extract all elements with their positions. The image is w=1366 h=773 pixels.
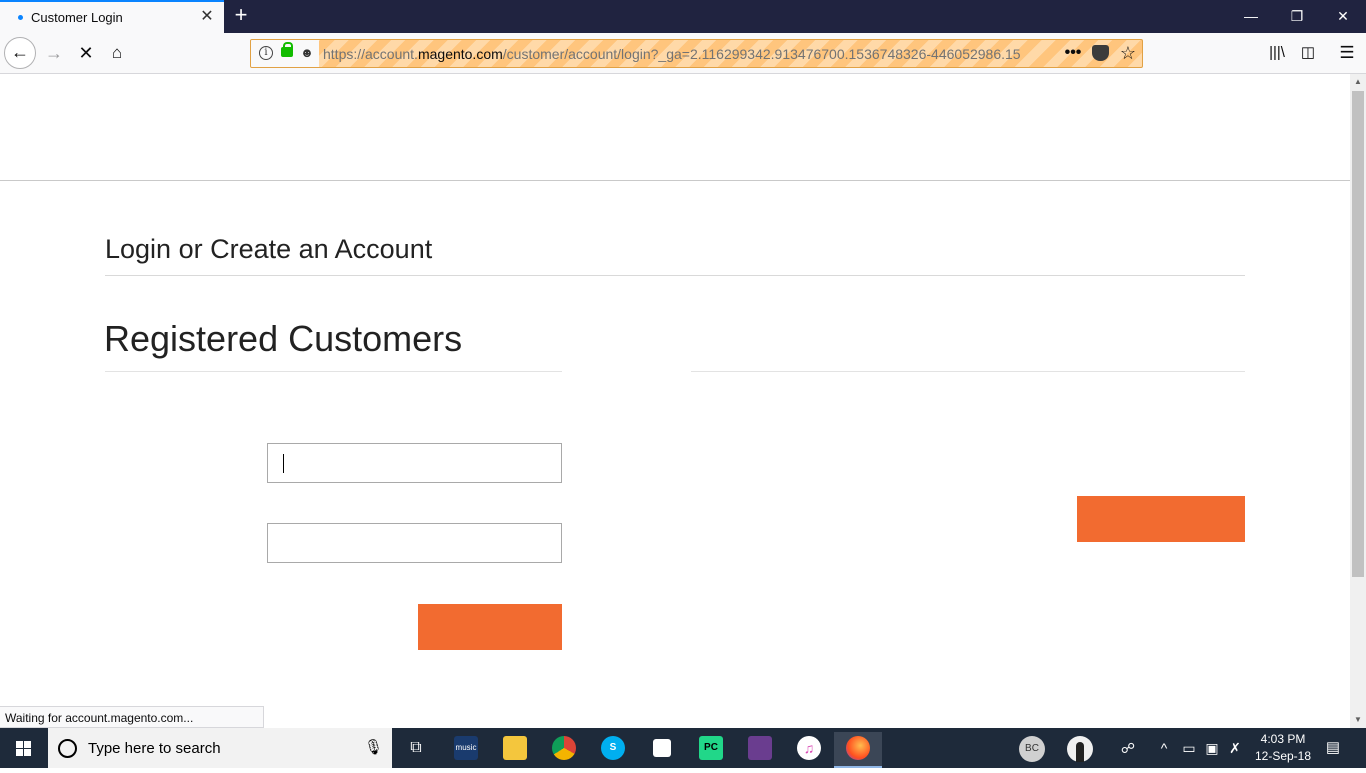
- people-icon[interactable]: ☍: [1119, 738, 1137, 758]
- password-input[interactable]: [267, 523, 562, 563]
- cortana-icon: [58, 739, 77, 758]
- minimize-icon[interactable]: —: [1228, 0, 1274, 33]
- clock-time: 4:03 PM: [1260, 732, 1306, 746]
- scroll-up-icon[interactable]: ▲: [1350, 74, 1366, 90]
- loading-dot-icon: [18, 15, 23, 20]
- bookmark-star-icon[interactable]: ☆: [1117, 42, 1139, 64]
- site-identity[interactable]: i ☻: [251, 40, 319, 67]
- clock-date: 12-Sep-18: [1254, 749, 1312, 763]
- address-bar[interactable]: i ☻ https://account.magento.com/customer…: [250, 39, 1143, 68]
- section-divider-right: [691, 371, 1245, 372]
- library-icon[interactable]: |||\: [1265, 41, 1289, 65]
- back-button[interactable]: ←: [4, 37, 36, 69]
- taskbar: Type here to search 🎙 ⧉ music S PC ♫ BC …: [0, 728, 1366, 768]
- itunes-icon[interactable]: ♫: [785, 732, 833, 768]
- taskbar-search-box[interactable]: Type here to search 🎙: [48, 728, 392, 768]
- action-center-icon[interactable]: ▤: [1322, 738, 1344, 758]
- pycharm-icon[interactable]: PC: [687, 732, 735, 768]
- forward-button[interactable]: →: [42, 41, 66, 65]
- email-input[interactable]: [267, 443, 562, 483]
- home-button[interactable]: ⌂: [105, 41, 129, 65]
- chevron-up-icon[interactable]: ^: [1155, 738, 1173, 758]
- profile-photo-icon[interactable]: [1067, 736, 1093, 762]
- registered-customers-heading: Registered Customers: [104, 318, 463, 359]
- status-text: Waiting for account.magento.com...: [0, 706, 264, 728]
- tab-customer-login[interactable]: Customer Login ✕: [0, 0, 224, 33]
- battery-icon[interactable]: ▭: [1180, 738, 1198, 758]
- tab-title: Customer Login: [31, 10, 123, 25]
- header-divider: [0, 180, 1350, 181]
- sidebar-icon[interactable]: ◫: [1296, 41, 1320, 65]
- section-divider-left: [105, 371, 562, 372]
- volume-muted-icon[interactable]: ✗: [1226, 738, 1244, 758]
- skype-icon[interactable]: S: [589, 732, 637, 768]
- system-clock[interactable]: 4:03 PM 12-Sep-18: [1250, 731, 1316, 765]
- info-icon[interactable]: i: [259, 46, 273, 60]
- page-actions-icon[interactable]: •••: [1061, 42, 1085, 66]
- lock-icon: [281, 42, 293, 57]
- vertical-scrollbar[interactable]: ▲ ▼: [1350, 74, 1366, 728]
- user-avatar[interactable]: BC: [1019, 736, 1045, 762]
- hamburger-menu-icon[interactable]: ☰: [1335, 41, 1359, 65]
- restore-icon[interactable]: ❐: [1274, 0, 1320, 33]
- scroll-thumb[interactable]: [1352, 91, 1364, 577]
- close-window-icon[interactable]: ✕: [1320, 0, 1366, 33]
- login-button[interactable]: [418, 604, 562, 650]
- game-app-icon[interactable]: [736, 732, 784, 768]
- text-caret: [283, 454, 284, 473]
- remote-control-icon[interactable]: ☻: [299, 45, 315, 61]
- pocket-icon[interactable]: [1092, 45, 1109, 61]
- tab-bar: Customer Login ✕ + — ❐ ✕: [0, 0, 1366, 33]
- page-content: Login or Create an Account Registered Cu…: [0, 74, 1350, 728]
- microphone-icon[interactable]: 🎙: [364, 738, 383, 758]
- task-view-icon[interactable]: ⧉: [392, 732, 440, 768]
- start-button[interactable]: [0, 728, 48, 768]
- scroll-down-icon[interactable]: ▼: [1350, 712, 1366, 728]
- title-divider: [105, 275, 1245, 276]
- network-icon[interactable]: ▣: [1203, 738, 1221, 758]
- stop-loading-button[interactable]: ✕: [74, 41, 98, 65]
- close-tab-icon[interactable]: ✕: [199, 7, 215, 27]
- create-account-button[interactable]: [1077, 496, 1245, 542]
- new-tab-button[interactable]: +: [231, 4, 251, 28]
- page-title: Login or Create an Account: [105, 234, 433, 264]
- url-text[interactable]: https://account.magento.com/customer/acc…: [323, 46, 1035, 62]
- search-placeholder: Type here to search: [88, 740, 221, 757]
- amazon-music-icon[interactable]: music: [442, 732, 490, 768]
- windows-logo-icon: [16, 741, 32, 756]
- navigation-bar: ← → ✕ ⌂ i ☻ https://account.magento.com/…: [0, 33, 1366, 74]
- chrome-icon[interactable]: [540, 732, 588, 768]
- file-explorer-icon[interactable]: [491, 732, 539, 768]
- sticky-notes-icon[interactable]: [638, 732, 686, 768]
- firefox-icon[interactable]: [834, 732, 882, 768]
